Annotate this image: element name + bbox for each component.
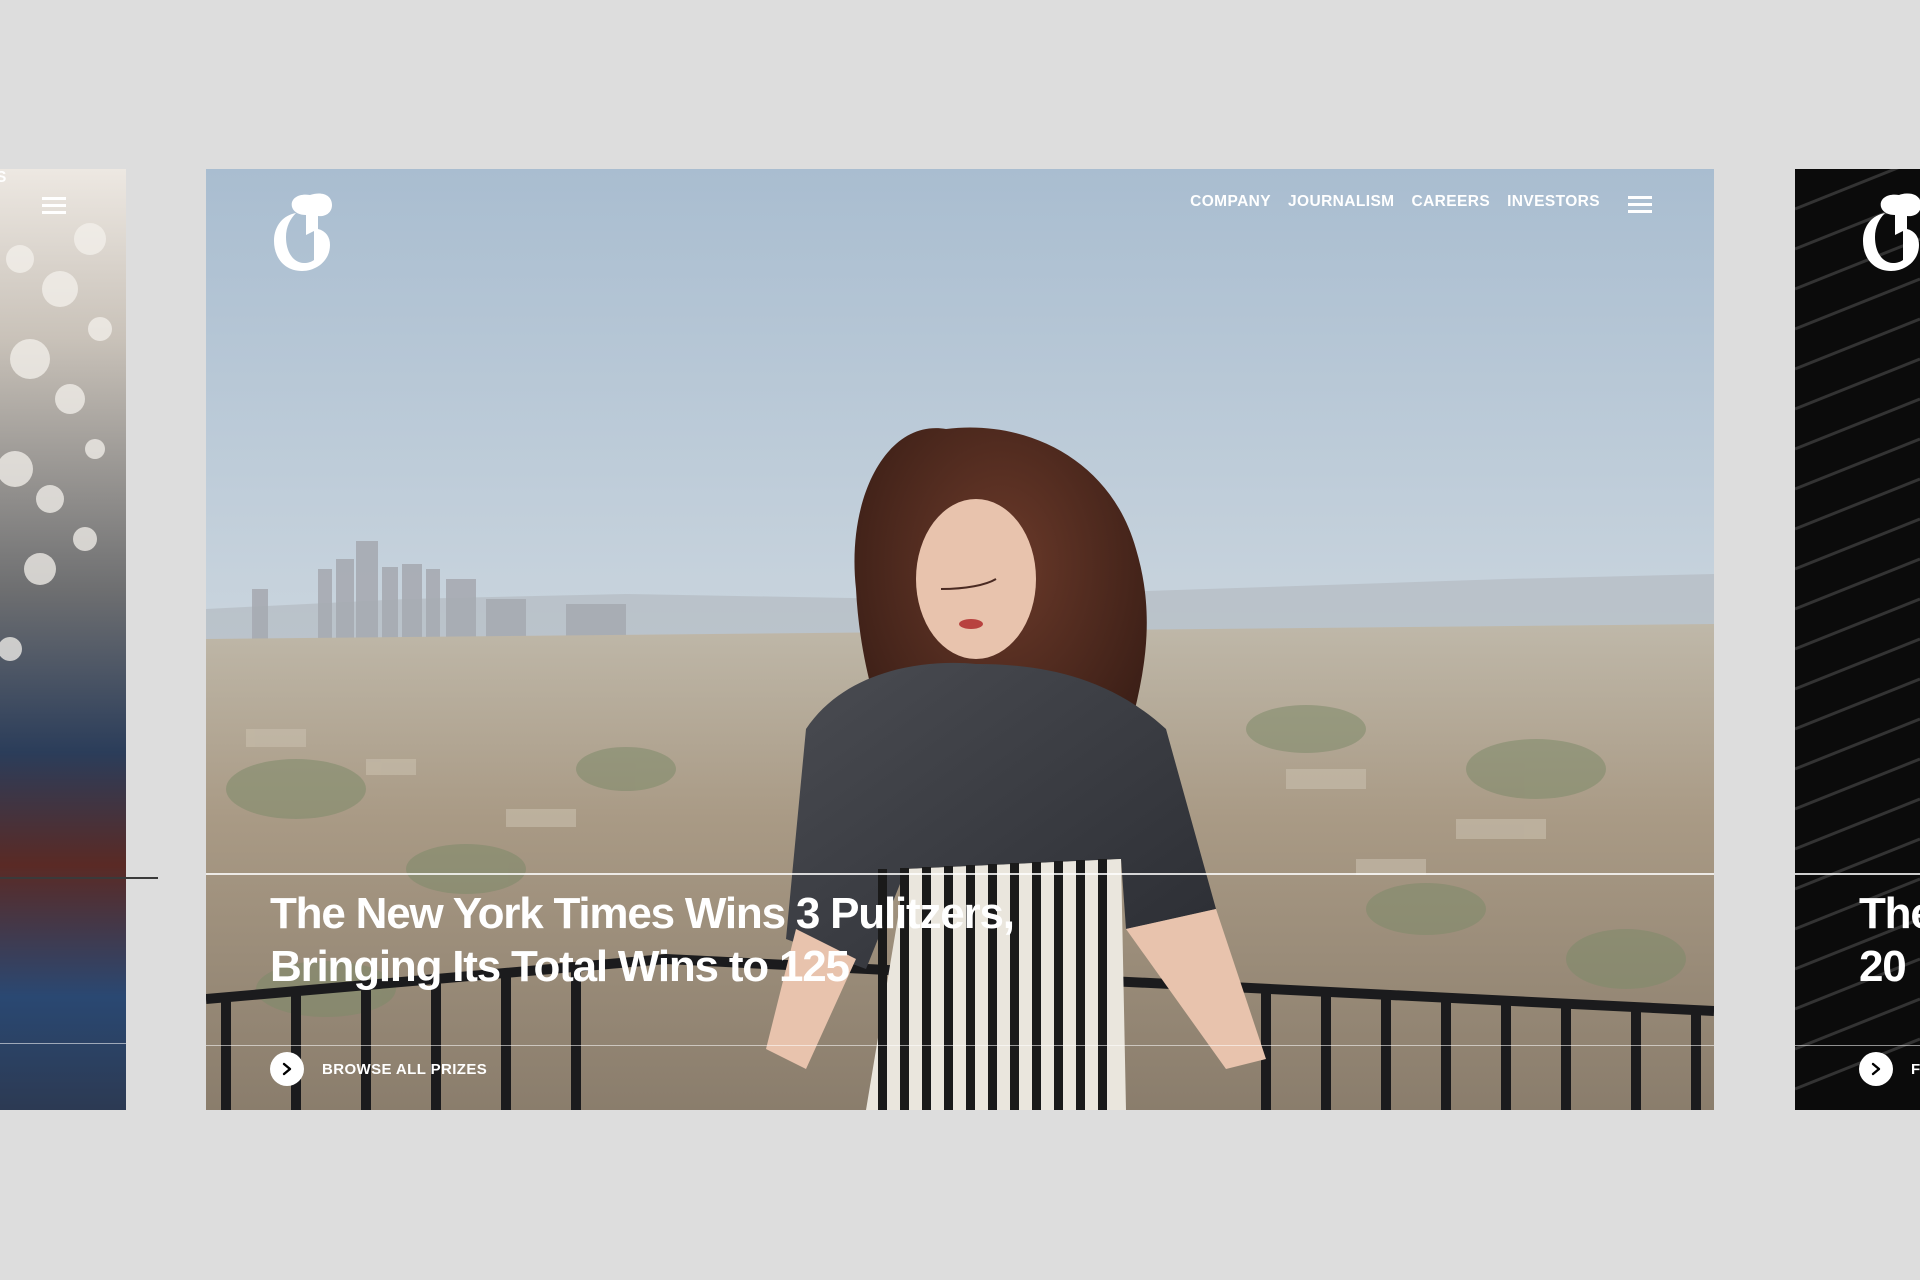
hamburger-menu-icon[interactable]	[1628, 196, 1652, 213]
hamburger-menu-icon[interactable]	[42, 197, 66, 214]
headline-top-divider	[206, 873, 1714, 875]
next-cta-label: F	[1911, 1060, 1920, 1078]
hero-headline[interactable]: The New York Times Wins 3 Pulitzers, Bri…	[270, 887, 1170, 993]
nav-investors[interactable]: INVESTORS	[1507, 193, 1600, 211]
hero-slide[interactable]: COMPANY JOURNALISM CAREERS INVESTORS The…	[206, 169, 1714, 1110]
browse-all-prizes-button[interactable]: BROWSE ALL PRIZES	[270, 1052, 487, 1086]
nav-careers[interactable]: CAREERS	[1412, 193, 1491, 211]
cta-divider	[206, 1045, 1714, 1046]
nav-journalism[interactable]: JOURNALISM	[1288, 193, 1394, 211]
next-headline-line-2: 20	[1859, 942, 1907, 991]
next-slide-headline[interactable]: The 20	[1859, 887, 1920, 993]
arrow-right-circle-icon	[1859, 1052, 1893, 1086]
next-slide-cta[interactable]: F	[1859, 1052, 1920, 1086]
next-headline-divider	[1795, 873, 1920, 875]
previous-slide-photo	[0, 223, 112, 661]
previous-slide-nav-fragment[interactable]: S	[0, 169, 7, 187]
next-cta-divider	[1795, 1045, 1920, 1046]
arrow-right-circle-icon	[270, 1052, 304, 1086]
previous-slide-divider	[0, 1043, 126, 1044]
nyt-logo-icon	[1863, 193, 1920, 271]
carousel-progress-line	[0, 877, 158, 879]
nav-company[interactable]: COMPANY	[1190, 193, 1271, 211]
primary-nav: COMPANY JOURNALISM CAREERS INVESTORS	[1190, 193, 1600, 211]
nyt-logo-icon[interactable]	[270, 189, 336, 275]
previous-slide[interactable]: S	[0, 169, 126, 1110]
cta-label: BROWSE ALL PRIZES	[322, 1060, 488, 1078]
next-headline-line-1: The	[1859, 889, 1920, 938]
next-slide[interactable]: The 20 F	[1795, 169, 1920, 1110]
